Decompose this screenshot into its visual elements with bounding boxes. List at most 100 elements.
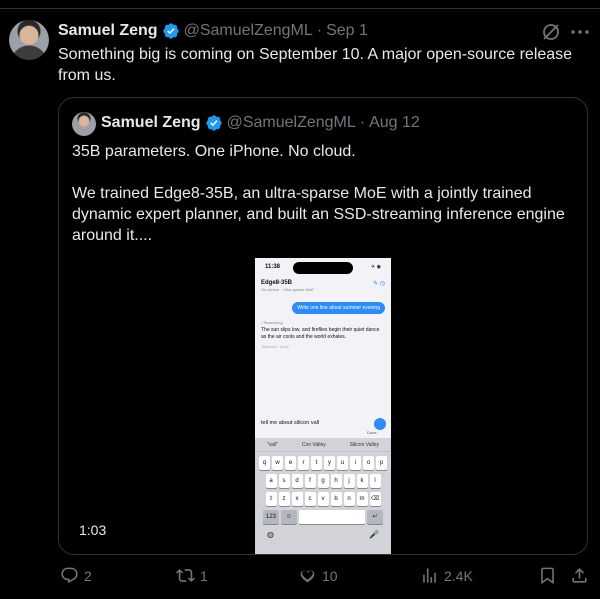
key: d [291,474,303,488]
key: f [304,474,316,488]
key: h [330,474,342,488]
author-handle[interactable]: @SamuelZengML [184,22,313,40]
separator-dot: · [316,22,323,39]
globe-icon: ◍ [267,530,274,539]
verified-badge-icon [162,22,180,40]
keyboard-row-3: ⇧ z x c v b n m ⌫ [255,492,391,506]
video-duration: 1:03 [79,522,107,538]
keyboard-row-4: 123 ☺ ↵ [255,510,391,524]
answer-meta: Tokens/s · local [261,344,289,349]
quoted-header: Samuel Zeng @SamuelZengML · Aug 12 [101,114,420,132]
share-button[interactable] [570,566,594,585]
key: a [265,474,277,488]
key-return: ↵ [367,510,383,524]
repost-button[interactable]: 1 [176,566,208,585]
send-icon [374,418,386,430]
views-button[interactable]: 2.4K [420,566,473,585]
user-message-bubble: Write one line about summer evening [292,302,385,314]
key: p [376,456,387,470]
key-space [299,510,365,524]
key: w [272,456,283,470]
key: b [330,492,342,506]
key: ⇧ [265,492,277,506]
separator-dot: · [359,114,366,131]
bookmark-icon [541,567,554,585]
bookmark-button[interactable] [538,566,562,585]
quoted-author-name: Samuel Zeng [101,114,201,131]
views-count: 2.4K [444,567,473,584]
share-icon [572,568,587,583]
phone-keyboard: "vall" Con Valley Silicon Valley q w e r… [255,438,391,554]
mic-icon: 🎤 [369,530,379,539]
avatar[interactable] [9,20,49,60]
dynamic-island [293,262,353,274]
key: u [337,456,348,470]
action-bar: 2 1 10 2.4K [0,566,600,590]
reply-count: 2 [84,567,92,584]
key: q [259,456,270,470]
verified-badge-icon [205,114,223,132]
like-count: 10 [322,567,338,584]
app-title: Edge8-35B [261,280,293,286]
key: t [311,456,322,470]
key: g [317,474,329,488]
key-emoji: ☺ [281,510,297,524]
key: o [363,456,374,470]
quoted-handle: @SamuelZengML [226,114,356,131]
suggestion: Silicon Valley [349,441,380,448]
quoted-post[interactable]: Samuel Zeng @SamuelZengML · Aug 12 35B p… [58,97,588,555]
more-options-icon[interactable] [569,22,591,42]
reply-icon [61,567,78,584]
phone-screen-recording: 11:38 ✈ ◉ Edge8-35B On-device · Ultra-sp… [255,258,391,554]
chat-input: tell me about silicon vall [261,420,320,426]
repost-count: 1 [200,567,208,584]
status-icons: ✈ ◉ [371,264,381,270]
grok-icon[interactable] [541,22,561,42]
heart-icon [300,570,315,583]
suggestion: "vall" [266,441,279,448]
quoted-text: 35B parameters. One iPhone. No cloud. We… [72,141,577,246]
key: i [350,456,361,470]
top-divider [0,8,600,9]
key: y [324,456,335,470]
key: l [369,474,381,488]
keyboard-row-2: a s d f g h j k l [255,474,391,488]
repost-icon [176,569,195,582]
key-numbers: 123 [263,510,279,524]
like-button[interactable]: 10 [298,566,338,585]
video-player[interactable]: 11:38 ✈ ◉ Edge8-35B On-device · Ultra-sp… [59,258,587,554]
keyboard-suggestions: "vall" Con Valley Silicon Valley [255,438,391,452]
key: ⌫ [369,492,381,506]
key: m [356,492,368,506]
keyboard-row-1: q w e r t y u i o p [255,456,391,470]
key: c [304,492,316,506]
author-name[interactable]: Samuel Zeng [58,22,158,40]
key: z [278,492,290,506]
quoted-date: Aug 12 [369,114,420,131]
quoted-avatar [72,112,96,136]
assistant-answer: The sun slips low, and fireflies begin t… [261,327,380,340]
app-subtitle: On-device · Ultra-sparse MoE [261,287,314,292]
quoted-paragraph-2: We trained Edge8-35B, an ultra-sparse Mo… [72,185,565,244]
reasoning-label: › Reasoning [261,320,283,325]
post-date[interactable]: Sep 1 [326,22,368,40]
phone-status-bar: 11:38 ✈ ◉ [255,258,391,276]
key: v [317,492,329,506]
key: x [291,492,303,506]
post-text: Something big is coming on September 10.… [58,46,573,84]
app-header-icons: ✎ ◷ [373,281,385,287]
keyboard-bottom-bar: ◍ 🎤 [255,524,391,539]
key: j [343,474,355,488]
key: e [285,456,296,470]
quoted-paragraph-1: 35B parameters. One iPhone. No cloud. [72,143,356,160]
done-label: Done [367,430,377,435]
key: s [278,474,290,488]
post-header: Samuel Zeng @SamuelZengML · Sep 1 [58,22,368,40]
suggestion: Con Valley [301,441,326,448]
phone-time: 11:38 [265,264,281,270]
reply-button[interactable]: 2 [60,566,92,585]
key: r [298,456,309,470]
key: k [356,474,368,488]
analytics-icon [423,568,436,583]
key: n [343,492,355,506]
